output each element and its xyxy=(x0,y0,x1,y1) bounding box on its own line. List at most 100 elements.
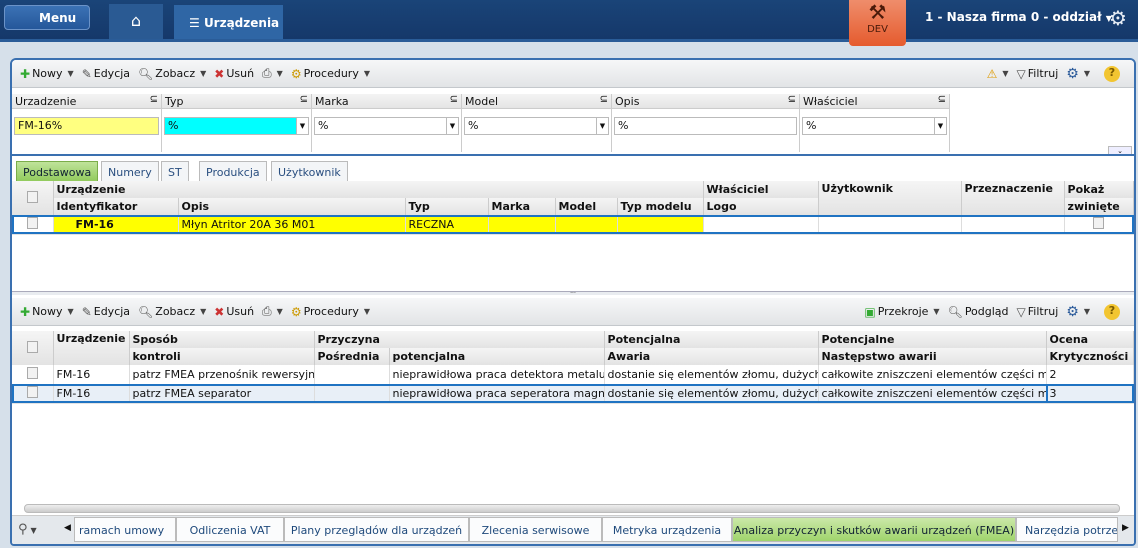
magnifier-icon: ⚲ xyxy=(18,522,28,537)
tab-ramach-umowy[interactable]: ramach umowy xyxy=(74,517,176,542)
cell-ocena[interactable]: 3 xyxy=(1046,384,1134,404)
options-gear-button-2[interactable]: ⚙ ▼ xyxy=(1066,304,1090,320)
filter-label: Filtruj xyxy=(1027,305,1059,318)
row-checkbox[interactable] xyxy=(26,366,38,379)
header-identyfikator[interactable]: Identyfikator xyxy=(53,198,179,215)
preview-button[interactable]: 🔍︎ Podgląd xyxy=(948,305,1009,319)
table-row[interactable]: FM-16 patrz FMEA przenośnik rewersyjny z n… xyxy=(12,365,1134,385)
header-wlasciciel[interactable]: Właściciel xyxy=(703,181,819,198)
cell-przeznaczenie xyxy=(961,215,1065,235)
header-pokaz[interactable]: Pokaż xyxy=(1064,181,1134,198)
print-button[interactable]: ⎙ ▼ xyxy=(262,66,283,81)
row-checkbox[interactable] xyxy=(26,386,38,398)
header-potencjalna-przyczyna[interactable]: potencjalna xyxy=(389,348,605,365)
select-all-checkbox[interactable] xyxy=(26,190,38,203)
tab-zlecenia-serwisowe[interactable]: Zlecenia serwisowe xyxy=(469,517,602,542)
header-potencjalna[interactable]: Potencjalna xyxy=(604,331,819,348)
cell-typ-modelu xyxy=(617,215,704,235)
header-zwiniete[interactable]: zwinięte xyxy=(1064,198,1134,215)
header-krytycznosci[interactable]: Krytyczności xyxy=(1046,348,1134,365)
company-selector[interactable]: 1 - Nasza firma 0 - oddział ▼ xyxy=(925,10,1112,24)
toolbar-top: ✚ Nowy ▼ ✎ Edycja 🔍︎ Zobacz ▼ ✖ Usuń ⎙ ▼ ⚙ Proce… xyxy=(12,60,1134,88)
help-button-2[interactable]: ? xyxy=(1104,303,1120,320)
header-kontroli[interactable]: kontroli xyxy=(129,348,315,365)
procedure-icon: ⚙ xyxy=(290,66,302,81)
tabs-scroll-left-icon[interactable]: ◀ xyxy=(64,523,71,533)
tab-uzytkownik[interactable]: Użytkownik xyxy=(271,161,348,182)
tab-numery[interactable]: Numery xyxy=(101,161,159,182)
dev-badge[interactable]: ⚒ DEV xyxy=(849,0,906,46)
filter-select[interactable]: % ▼ xyxy=(314,117,459,135)
row-checkbox[interactable] xyxy=(26,216,38,229)
tab-podstawowa[interactable]: Podstawowa xyxy=(16,161,99,182)
edit-button[interactable]: ✎ Edycja xyxy=(82,67,130,81)
search-tools-button[interactable]: ⚲ ▼ xyxy=(18,522,37,537)
tab-st[interactable]: ST xyxy=(161,161,189,182)
header-potencjalne[interactable]: Potencjalne xyxy=(818,331,1047,348)
header-uzytkownik[interactable]: Użytkownik xyxy=(818,181,962,215)
table-row[interactable]: FM-16 patrz FMEA separator nieprawidłowa p… xyxy=(12,384,1134,404)
cell-urzadzenie: FM-16 xyxy=(53,384,130,404)
header-logo[interactable]: Logo xyxy=(703,198,819,215)
divider xyxy=(12,154,1134,156)
header-typ-modelu[interactable]: Typ modelu xyxy=(617,198,704,215)
sections-button[interactable]: ▣ Przekroje ▼ xyxy=(864,305,939,319)
view-button[interactable]: 🔍︎ Zobacz ▼ xyxy=(138,67,206,81)
settings-gear-icon[interactable]: ⚙ xyxy=(1109,6,1127,30)
splitter-handle[interactable]: ··· xyxy=(12,291,1134,297)
header-model[interactable]: Model xyxy=(555,198,618,215)
filter-label: Model xyxy=(465,95,499,108)
warning-settings-button[interactable]: ⚠ ▼ xyxy=(987,67,1009,81)
filter-input[interactable]: FM-16% xyxy=(14,117,159,135)
header-opis[interactable]: Opis xyxy=(178,198,406,215)
filter-button[interactable]: ▽ Filtruj xyxy=(1017,67,1059,81)
header-nastepstwo[interactable]: Następstwo awarii xyxy=(818,348,1047,365)
print-button-2[interactable]: ⎙ ▼ xyxy=(262,304,283,319)
filter-label: Urzadzenie xyxy=(15,95,77,108)
delete-button-2[interactable]: ✖ Usuń xyxy=(214,305,254,319)
procedures-button[interactable]: ⚙ Procedury ▼ xyxy=(291,67,370,81)
filter-select[interactable]: % ▼ xyxy=(164,117,309,135)
tab-metryka[interactable]: Metryka urządzenia xyxy=(602,517,732,542)
help-button[interactable]: ? xyxy=(1104,65,1120,82)
filter-button-2[interactable]: ▽ Filtruj xyxy=(1017,305,1059,319)
table-row[interactable]: FM-16 Młyn Atritor 20A 36 M01 RECZNA xyxy=(12,215,1134,235)
tabs-scroll-right-icon[interactable]: ▶ xyxy=(1122,523,1129,533)
filter-icon: ▽ xyxy=(1016,66,1026,81)
header-typ[interactable]: Typ xyxy=(405,198,489,215)
tab-narzedzia[interactable]: Narzędzia potrzeb xyxy=(1016,517,1118,542)
header-marka[interactable]: Marka xyxy=(488,198,556,215)
header-awaria[interactable]: Awaria xyxy=(604,348,819,365)
procedures-button-2[interactable]: ⚙ Procedury ▼ xyxy=(291,305,370,319)
header-urzadzenie[interactable]: Urządzenie xyxy=(53,331,130,365)
tab-odliczenia-vat[interactable]: Odliczenia VAT xyxy=(176,517,284,542)
view-button-2[interactable]: 🔍︎ Zobacz ▼ xyxy=(138,305,206,319)
header-ocena[interactable]: Ocena xyxy=(1046,331,1134,348)
tab-urzadzenia[interactable]: ☰ Urządzenia xyxy=(174,5,283,39)
edit-button-2[interactable]: ✎ Edycja xyxy=(82,305,130,319)
new-button-2[interactable]: ✚ Nowy ▼ xyxy=(20,305,74,319)
printer-icon: ⎙ xyxy=(262,66,272,80)
horizontal-scrollbar[interactable] xyxy=(24,504,1120,513)
tab-produkcja[interactable]: Produkcja xyxy=(199,161,267,182)
home-tab[interactable]: ⌂ xyxy=(109,4,163,39)
edit-label: Edycja xyxy=(93,67,131,80)
filter-input[interactable]: % xyxy=(614,117,797,135)
pokaz-zwiniete-checkbox[interactable] xyxy=(1093,216,1105,229)
tab-plany-przegladow[interactable]: Plany przeglądów dla urządzeń xyxy=(284,517,469,542)
delete-button[interactable]: ✖ Usuń xyxy=(214,67,254,81)
header-przeznaczenie[interactable]: Przeznaczenie xyxy=(961,181,1065,215)
cell-potencjalna: nieprawidłowa praca detektora metalu xyxy=(389,365,605,385)
cell-potencjalna: nieprawidłowa praca seperatora magnetyc xyxy=(389,384,605,404)
options-gear-button[interactable]: ⚙ ▼ xyxy=(1066,66,1090,82)
new-button[interactable]: ✚ Nowy ▼ xyxy=(20,67,74,81)
tab-fmea[interactable]: Analiza przyczyn i skutków awarii urządz… xyxy=(732,517,1016,542)
new-label: Nowy xyxy=(32,67,63,80)
header-sposob[interactable]: Sposób xyxy=(129,331,315,348)
menu-button[interactable]: Menu xyxy=(4,5,90,30)
header-posrednia[interactable]: Pośrednia xyxy=(314,348,390,365)
select-all-checkbox[interactable] xyxy=(26,340,38,353)
sections-label: Przekroje xyxy=(877,305,929,318)
filter-select[interactable]: % ▼ xyxy=(802,117,947,135)
filter-select[interactable]: % ▼ xyxy=(464,117,609,135)
